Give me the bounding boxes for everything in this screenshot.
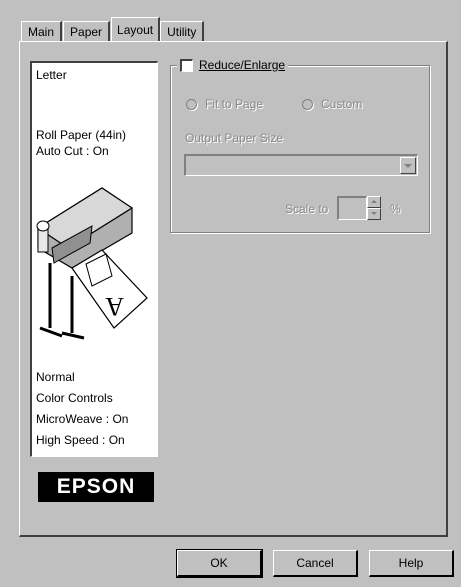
tab-panel-layout	[19, 41, 448, 537]
cancel-button[interactable]: Cancel	[273, 550, 358, 577]
ok-button[interactable]: OK	[176, 549, 263, 578]
reduce-enlarge-label: Reduce/Enlarge	[199, 58, 286, 72]
tab-paper[interactable]: Paper	[63, 21, 111, 41]
help-button[interactable]: Help	[369, 550, 454, 577]
tab-layout[interactable]: Layout	[111, 17, 161, 41]
tab-utility[interactable]: Utility	[160, 21, 205, 41]
reduce-enlarge-checkbox[interactable]	[180, 58, 193, 72]
reduce-enlarge-toggle[interactable]: Reduce/Enlarge	[177, 58, 289, 72]
tab-main[interactable]: Main	[21, 21, 63, 41]
tab-strip: Main Paper Layout Utility	[21, 17, 205, 41]
